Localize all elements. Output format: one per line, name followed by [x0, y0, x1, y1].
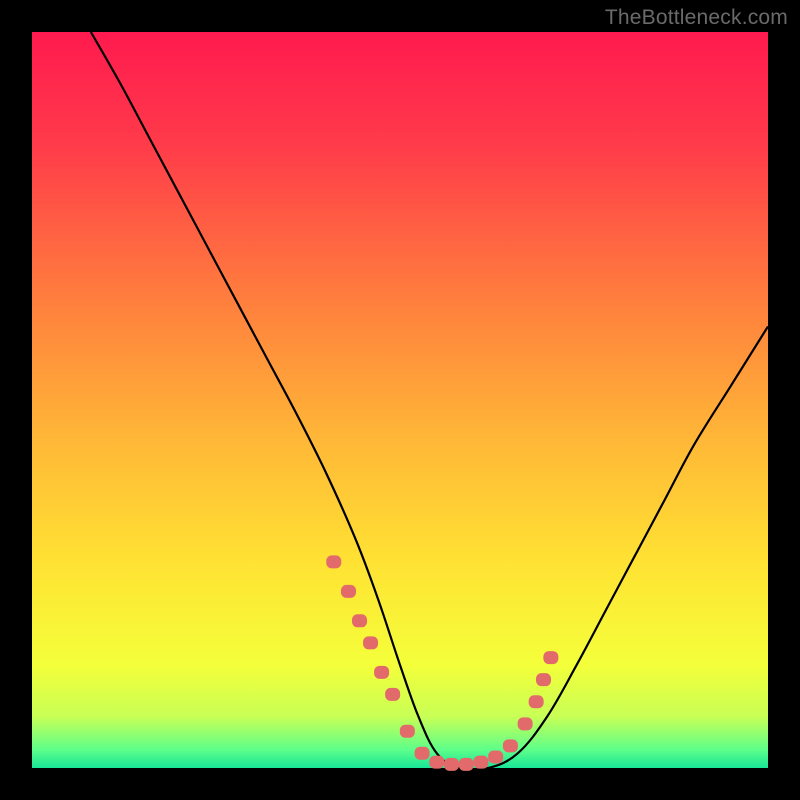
plot-background [32, 32, 768, 768]
data-marker [503, 739, 518, 752]
data-marker [536, 673, 551, 686]
data-marker [518, 717, 533, 730]
data-marker [543, 651, 558, 664]
data-marker [341, 585, 356, 598]
data-marker [400, 725, 415, 738]
data-marker [459, 758, 474, 771]
data-marker [444, 758, 459, 771]
data-marker [429, 756, 444, 769]
data-marker [415, 747, 430, 760]
data-marker [488, 750, 503, 763]
data-marker [363, 636, 378, 649]
data-marker [385, 688, 400, 701]
watermark-label: TheBottleneck.com [605, 6, 788, 30]
data-marker [529, 695, 544, 708]
data-marker [374, 666, 389, 679]
chart-svg [0, 0, 800, 800]
data-marker [473, 756, 488, 769]
bottleneck-chart: TheBottleneck.com [0, 0, 800, 800]
data-marker [326, 555, 341, 568]
data-marker [352, 614, 367, 627]
